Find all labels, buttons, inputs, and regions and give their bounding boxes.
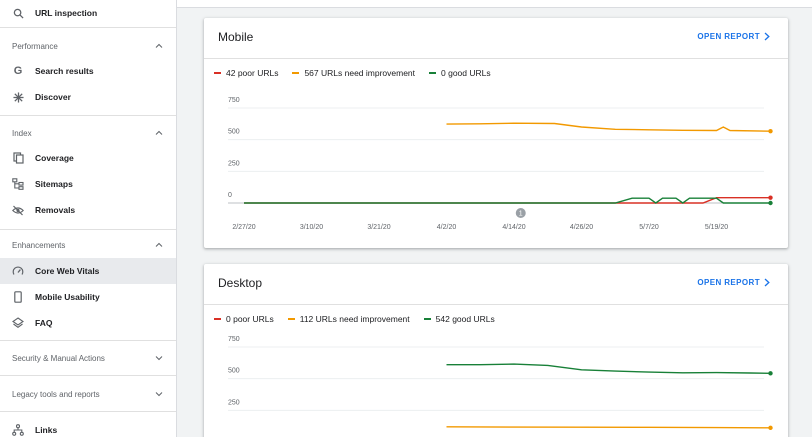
x-tick-label: 5/19/20	[705, 224, 728, 231]
layers-icon	[12, 317, 24, 329]
annotation-label: 1	[519, 211, 523, 218]
y-tick-label: 0	[228, 192, 232, 199]
series-line	[244, 197, 771, 204]
series-end-point	[768, 371, 773, 376]
y-tick-label: 500	[228, 129, 240, 136]
chevron-up-icon	[155, 130, 163, 135]
sidebar-item-mobile-usability[interactable]: Mobile Usability	[0, 284, 176, 310]
sidebar-item-removals[interactable]: Removals	[0, 197, 176, 223]
y-tick-label: 500	[228, 368, 240, 375]
series-end-point	[768, 425, 773, 431]
y-tick-label: 250	[228, 399, 240, 406]
sidebar-item-search-results[interactable]: G Search results	[0, 58, 176, 84]
sidebar-item-links[interactable]: Links	[0, 417, 176, 437]
sidebar-item-faq[interactable]: FAQ	[0, 310, 176, 336]
divider	[0, 27, 176, 28]
series-line	[446, 426, 771, 429]
y-tick-label: 750	[228, 97, 240, 104]
section-security[interactable]: Security & Manual Actions	[0, 346, 176, 370]
series-end-point	[768, 195, 773, 200]
y-tick-label: 750	[228, 336, 240, 343]
section-index[interactable]: Index	[0, 121, 176, 145]
desktop-card: Desktop OPEN REPORT 0 poor URLs 112 URLs…	[204, 264, 788, 437]
x-tick-label: 3/10/20	[300, 224, 323, 231]
x-tick-label: 4/26/20	[570, 224, 593, 231]
chevron-up-icon	[155, 242, 163, 247]
links-icon	[12, 424, 24, 436]
sidebar-item-url-inspection[interactable]: URL inspection	[0, 0, 176, 26]
divider	[0, 411, 176, 412]
sidebar-item-core-web-vitals[interactable]: Core Web Vitals	[0, 258, 176, 284]
sidebar-item-sitemaps[interactable]: Sitemaps	[0, 171, 176, 197]
file-copy-icon	[12, 152, 24, 164]
sitemap-icon	[12, 178, 24, 190]
asterisk-icon	[12, 91, 24, 103]
section-legacy[interactable]: Legacy tools and reports	[0, 382, 176, 406]
chevron-down-icon	[155, 356, 163, 361]
desktop-chart: 750 500 250	[228, 336, 773, 431]
x-tick-label: 4/14/20	[502, 224, 525, 231]
series-end-point	[768, 200, 773, 206]
speed-icon	[12, 265, 24, 277]
chevron-up-icon	[155, 43, 163, 48]
y-tick-label: 250	[228, 160, 240, 167]
divider	[0, 115, 176, 116]
sidebar-item-discover[interactable]: Discover	[0, 84, 176, 110]
section-enhancements[interactable]: Enhancements	[0, 233, 176, 257]
series-end-point	[768, 128, 773, 134]
smartphone-icon	[12, 291, 24, 303]
divider	[0, 340, 176, 341]
x-tick-label: 5/7/20	[639, 224, 659, 231]
divider	[0, 375, 176, 376]
sidebar: URL inspection Performance G Search resu…	[0, 0, 177, 437]
visibility-off-icon	[12, 204, 24, 216]
sidebar-item-coverage[interactable]: Coverage	[0, 145, 176, 171]
section-performance[interactable]: Performance	[0, 34, 176, 58]
series-line	[446, 363, 771, 374]
x-tick-label: 3/21/20	[367, 224, 390, 231]
chevron-down-icon	[155, 392, 163, 397]
divider	[0, 229, 176, 230]
top-bar	[177, 0, 812, 8]
mobile-chart: 750 500 250 0 2/27/20 3/10/20 3/21/20 4/2/20 4/1…	[228, 97, 773, 231]
search-icon	[12, 7, 24, 19]
x-tick-label: 4/2/20	[437, 224, 457, 231]
mobile-card: Mobile OPEN REPORT 42 poor URLs 567 URLs…	[204, 18, 788, 248]
series-line	[446, 122, 771, 132]
x-tick-label: 2/27/20	[232, 224, 255, 231]
google-icon: G	[13, 65, 23, 77]
